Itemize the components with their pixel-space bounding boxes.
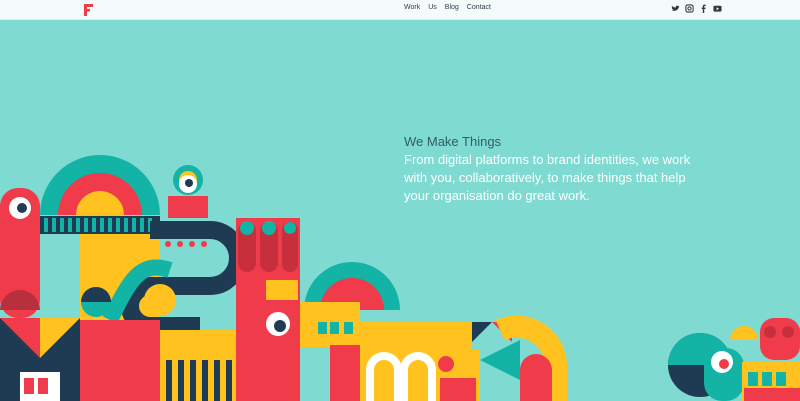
city-illustration: [0, 155, 800, 401]
